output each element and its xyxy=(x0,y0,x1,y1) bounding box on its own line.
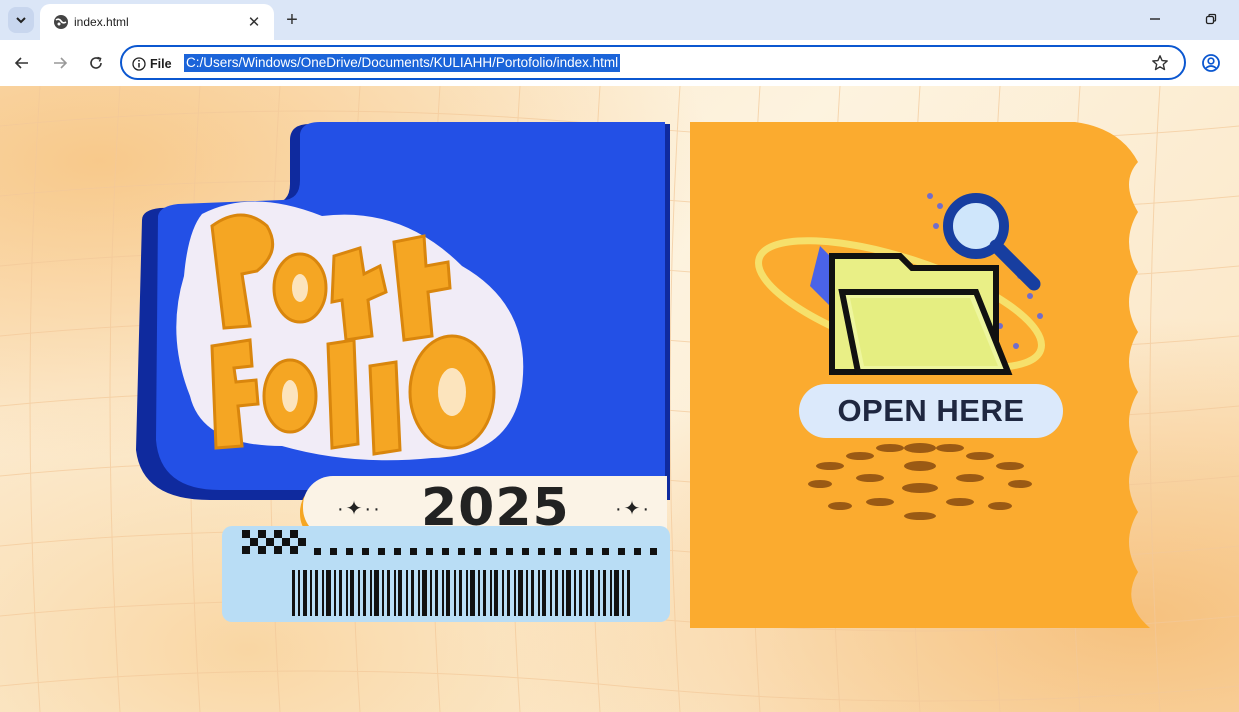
site-info-label: File xyxy=(150,56,172,71)
restore-button[interactable] xyxy=(1196,6,1226,32)
toolbar: File C:/Users/Windows/OneDrive/Documents… xyxy=(0,40,1239,86)
folder-illustration xyxy=(755,193,1045,520)
new-tab-button[interactable]: + xyxy=(280,8,304,32)
back-button[interactable] xyxy=(10,51,34,75)
minimize-button[interactable] xyxy=(1140,6,1170,32)
open-here-button[interactable]: OPEN HERE xyxy=(799,384,1063,438)
close-icon[interactable]: ✕ xyxy=(244,12,264,32)
forward-button[interactable] xyxy=(48,51,72,75)
barcode-ticket xyxy=(222,526,670,622)
minimize-icon xyxy=(1150,18,1160,20)
tab-strip: index.html ✕ + xyxy=(0,0,1239,40)
tab-active[interactable]: index.html ✕ xyxy=(40,4,274,40)
barcode-graphic xyxy=(292,570,630,616)
page-content: ·✦·· 2025 ·✦· OPEN HERE xyxy=(0,86,1239,712)
globe-icon xyxy=(54,15,68,29)
portfolio-title-art xyxy=(176,201,524,461)
address-bar[interactable]: File C:/Users/Windows/OneDrive/Documents… xyxy=(120,45,1186,80)
checker-strip xyxy=(242,530,657,555)
url-text[interactable]: C:/Users/Windows/OneDrive/Documents/KULI… xyxy=(184,54,621,72)
arrow-left-icon xyxy=(14,57,28,69)
sparkle-left: ·✦·· xyxy=(337,498,382,520)
folder-icon xyxy=(829,253,1013,375)
restore-icon xyxy=(1205,13,1217,25)
star-icon xyxy=(1152,55,1168,71)
profile-button[interactable] xyxy=(1199,51,1223,75)
chevron-down-icon xyxy=(16,17,26,24)
info-icon xyxy=(132,56,146,71)
sparkle-right: ·✦· xyxy=(615,498,652,520)
tab-title: index.html xyxy=(74,15,129,29)
site-info-button[interactable]: File xyxy=(132,53,172,74)
reload-icon xyxy=(90,56,102,69)
reload-button[interactable] xyxy=(84,51,108,75)
bookmark-button[interactable] xyxy=(1150,53,1170,73)
arrow-right-icon xyxy=(54,57,68,69)
tab-search-button[interactable] xyxy=(8,7,34,33)
open-here-label: OPEN HERE xyxy=(837,393,1025,428)
profile-icon xyxy=(1202,54,1220,72)
